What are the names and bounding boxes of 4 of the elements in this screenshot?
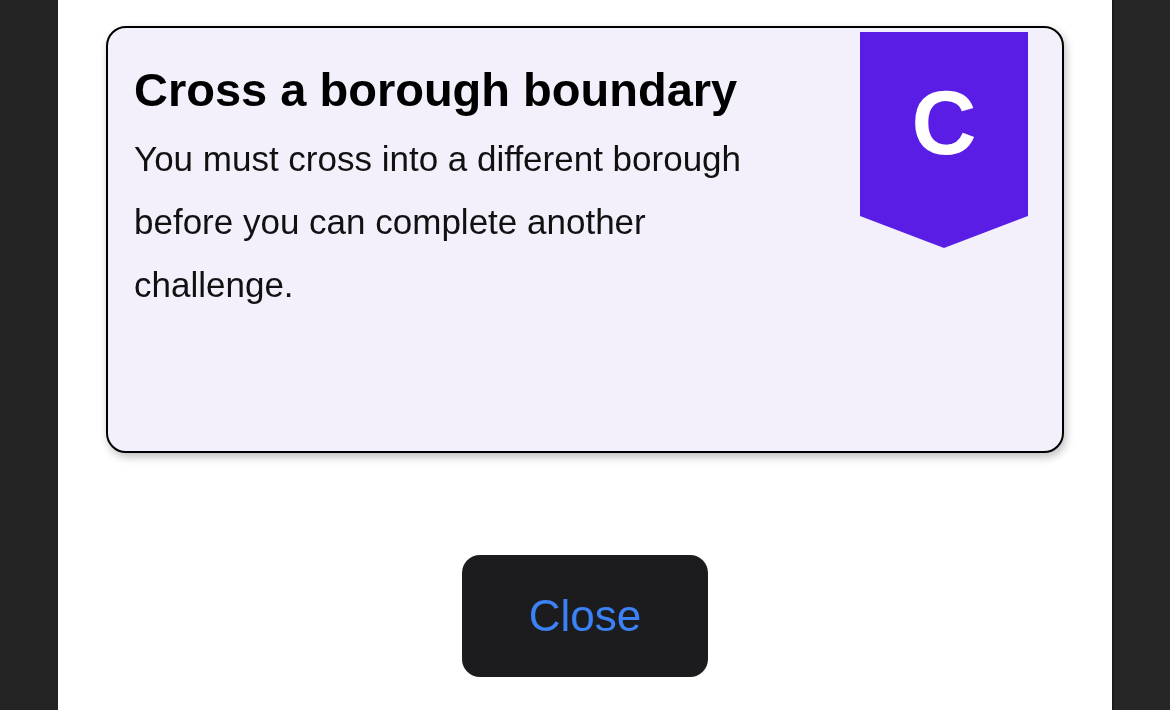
close-button[interactable]: Close	[462, 555, 708, 677]
category-banner: C	[860, 32, 1028, 248]
challenge-description: You must cross into a different borough before you can complete another challenge.	[134, 138, 743, 306]
challenge-title: Cross a borough boundary	[134, 62, 739, 118]
